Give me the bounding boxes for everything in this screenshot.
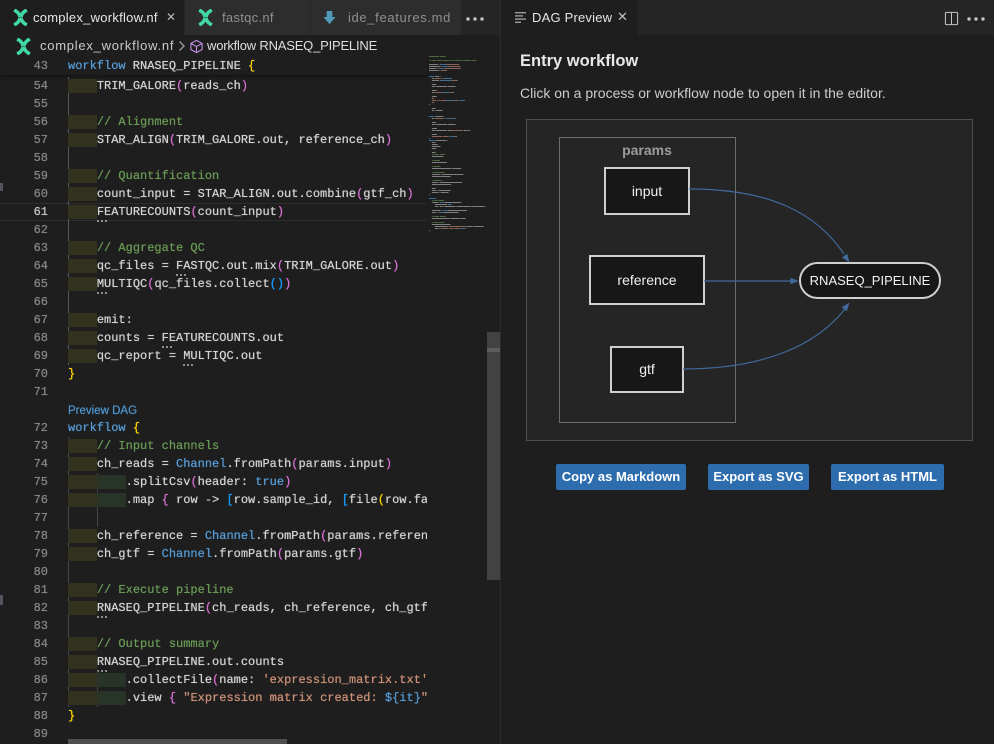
svg-text:input: input [632, 183, 662, 199]
svg-text:reference: reference [617, 272, 676, 288]
svg-text:RNASEQ_PIPELINE: RNASEQ_PIPELINE [810, 273, 931, 288]
svg-text:params: params [622, 142, 672, 158]
svg-text:gtf: gtf [639, 361, 655, 377]
